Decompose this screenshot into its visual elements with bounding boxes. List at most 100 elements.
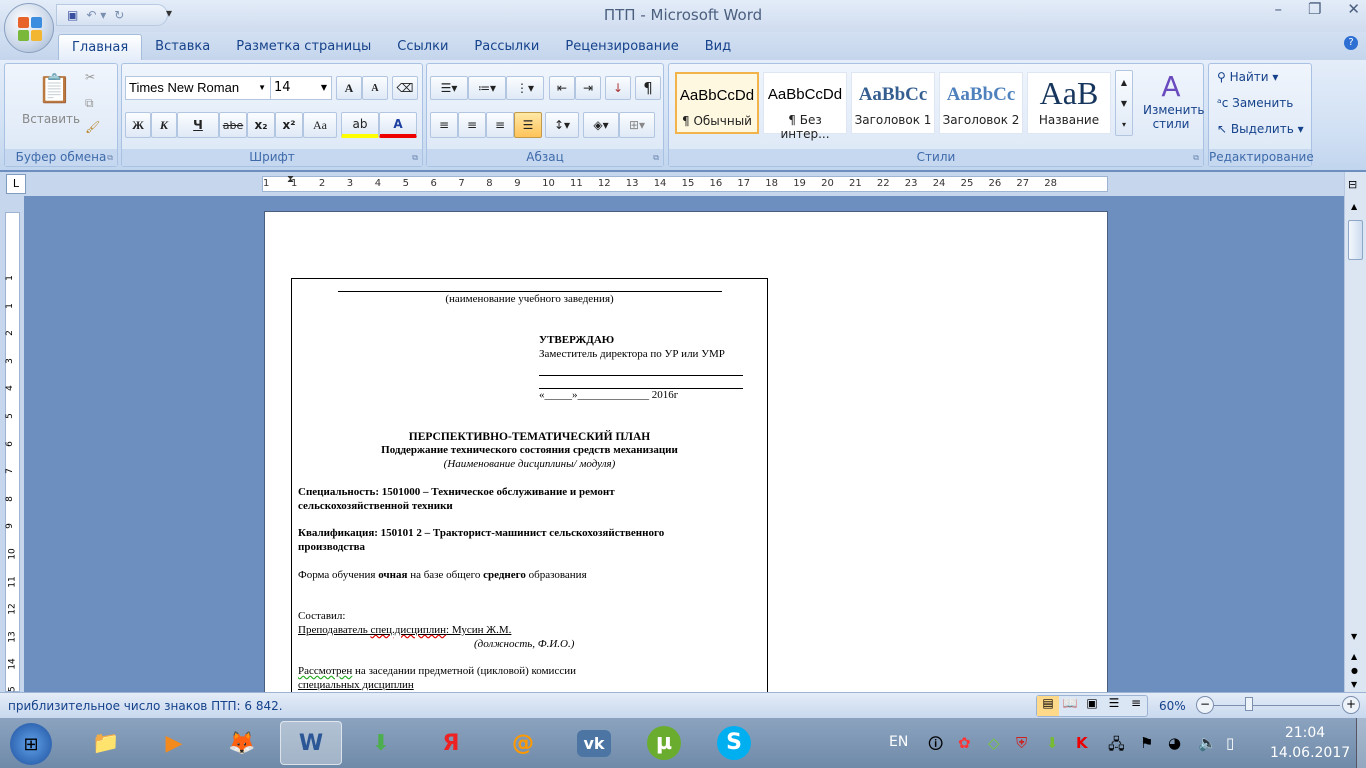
vk-icon[interactable]: vk [563, 721, 625, 765]
borders-icon[interactable]: ⊞▾ [619, 112, 655, 138]
redo-icon[interactable]: ↻ [114, 8, 124, 22]
sort-icon[interactable]: ↓ [605, 76, 631, 100]
numbering-icon[interactable]: ≔▾ [468, 76, 506, 100]
info-tray-icon[interactable]: 🛈 [928, 734, 943, 759]
tab-home[interactable]: Главная [58, 34, 143, 60]
font-name-select[interactable]: Times New Roman ▼ [125, 76, 271, 100]
browser-tray-icon[interactable]: ◕ [1168, 734, 1181, 752]
web-layout-icon[interactable]: ▣ [1081, 696, 1103, 716]
scroll-down-icon[interactable]: ▼ [1351, 632, 1357, 641]
indent-marker-icon[interactable]: ⧗ [287, 174, 294, 185]
format-painter-icon[interactable]: 🖌 [85, 120, 100, 134]
style-heading-1[interactable]: AaBbCc Заголовок 1 [851, 72, 935, 134]
dialog-launcher-icon[interactable]: ⧉ [653, 153, 659, 163]
increase-indent-icon[interactable]: ⇥ [575, 76, 601, 100]
style-normal[interactable]: AaBbCcDd ¶ Обычный [675, 72, 759, 134]
scroll-thumb[interactable] [1348, 220, 1363, 260]
bold-button[interactable]: Ж [125, 112, 151, 138]
outline-icon[interactable]: ☰ [1103, 696, 1125, 716]
tab-mailings[interactable]: Рассылки [461, 34, 552, 60]
tab-insert[interactable]: Вставка [142, 34, 223, 60]
zoom-level[interactable]: 60% [1159, 699, 1186, 713]
select-button[interactable]: ↖ Выделить ▾ [1217, 122, 1304, 136]
show-desktop-button[interactable] [1356, 718, 1366, 768]
font-size-select[interactable]: 14 ▼ [270, 76, 332, 100]
zoom-out-icon[interactable]: − [1196, 696, 1214, 714]
utorrent-icon[interactable]: µ [633, 721, 695, 765]
underline-button[interactable]: Ч [177, 112, 219, 138]
word-icon[interactable]: W [280, 721, 342, 765]
close-icon[interactable]: ✕ [1347, 0, 1360, 18]
change-case-button[interactable]: Aa [303, 112, 337, 138]
reading-layout-icon[interactable]: 📖 [1059, 696, 1081, 716]
language-indicator[interactable]: EN [889, 734, 908, 750]
dialog-launcher-icon[interactable]: ⧉ [1193, 153, 1199, 163]
scroll-up-icon[interactable]: ▲ [1351, 202, 1357, 211]
dialog-launcher-icon[interactable]: ⧉ [107, 153, 113, 163]
tab-selector-icon[interactable]: L [6, 174, 26, 194]
explorer-icon[interactable]: 📁 [75, 721, 137, 765]
align-left-icon[interactable]: ≡ [430, 112, 458, 138]
document-frame[interactable]: (наименование учебного заведения) УТВЕРЖ… [291, 278, 768, 692]
zoom-slider-thumb[interactable] [1245, 697, 1253, 711]
action-center-icon[interactable]: ⚑ [1140, 734, 1153, 752]
media-player-icon[interactable]: ▶ [143, 721, 205, 765]
download-manager-icon[interactable]: ⬇ [350, 721, 412, 765]
customize-icon[interactable]: ▾ [166, 6, 172, 20]
zoom-in-icon[interactable]: + [1342, 696, 1360, 714]
green-tray-icon[interactable]: ◇ [988, 734, 1000, 752]
volume-icon[interactable]: 🔈 [1198, 734, 1217, 752]
justify-icon[interactable]: ☰ [514, 112, 542, 138]
styles-scroll[interactable]: ▲ ▼ ▾ [1115, 70, 1133, 136]
print-layout-icon[interactable]: ▤ [1037, 696, 1059, 716]
start-button[interactable]: ⊞ [10, 723, 52, 765]
tab-page-layout[interactable]: Разметка страницы [223, 34, 384, 60]
save-icon[interactable]: ▣ [67, 8, 78, 22]
font-color-icon[interactable]: A [379, 112, 417, 138]
vertical-ruler[interactable]: 1123456789101112131415 [5, 212, 20, 698]
minimize-icon[interactable]: – [1274, 0, 1282, 18]
chevron-up-icon[interactable]: ▲ [1121, 78, 1127, 87]
superscript-button[interactable]: x² [275, 112, 303, 138]
tab-references[interactable]: Ссылки [384, 34, 461, 60]
next-page-icon[interactable]: ▼ [1351, 680, 1357, 689]
align-center-icon[interactable]: ≡ [458, 112, 486, 138]
office-button[interactable] [4, 3, 54, 53]
draft-icon[interactable]: ≡ [1125, 696, 1147, 716]
bullets-icon[interactable]: ☰▾ [430, 76, 468, 100]
strikethrough-button[interactable]: abe [219, 112, 247, 138]
paste-icon[interactable]: 📋 [37, 72, 72, 105]
network-tray-icon[interactable]: 🖧 [1108, 734, 1125, 759]
align-right-icon[interactable]: ≡ [486, 112, 514, 138]
previous-page-icon[interactable]: ▲ [1351, 652, 1357, 661]
tab-review[interactable]: Рецензирование [552, 34, 691, 60]
help-icon[interactable]: ? [1344, 36, 1358, 50]
change-styles-button[interactable]: A Изменить стили [1143, 70, 1205, 131]
power-icon[interactable]: ▯ [1226, 734, 1234, 752]
style-heading-2[interactable]: AaBbCc Заголовок 2 [939, 72, 1023, 134]
replace-button[interactable]: ᵃc Заменить [1217, 96, 1293, 110]
zoom-slider-track[interactable] [1214, 705, 1340, 706]
ruler-toggle-icon[interactable]: ⊟ [1348, 178, 1357, 191]
shading-icon[interactable]: ◈▾ [583, 112, 619, 138]
browse-object-icon[interactable]: ● [1351, 666, 1358, 675]
firefox-icon[interactable]: 🦊 [211, 721, 273, 765]
download-tray-icon[interactable]: ⬇ [1046, 734, 1059, 752]
show-marks-icon[interactable]: ¶ [635, 76, 661, 100]
cut-icon[interactable]: ✂ [85, 70, 95, 84]
subscript-button[interactable]: x₂ [247, 112, 275, 138]
decrease-indent-icon[interactable]: ⇤ [549, 76, 575, 100]
clock[interactable]: 21:04 14.06.2017 [1270, 725, 1350, 761]
shrink-font-button[interactable]: A [362, 76, 388, 100]
horizontal-ruler[interactable]: 1 1 2 3 4 5 6 7 8 9 10 11 12 13 14 15 16 17 18 19 20 21 22 23 24… [262, 174, 1108, 192]
kaspersky-tray-icon[interactable]: K [1076, 734, 1088, 752]
shield-tray-icon[interactable]: ⛨ [1016, 734, 1027, 752]
style-no-spacing[interactable]: AaBbCcDd ¶ Без интер... [763, 72, 847, 141]
yandex-icon[interactable]: Я [420, 721, 482, 765]
clear-formatting-icon[interactable]: ⌫ [392, 76, 418, 100]
maximize-icon[interactable]: ❐ [1308, 0, 1321, 18]
skype-icon[interactable]: S [703, 721, 765, 765]
vertical-scrollbar[interactable]: ⊟ ▲ ▼ ▲ ● ▼ [1344, 172, 1366, 692]
grow-font-button[interactable]: A [336, 76, 362, 100]
paste-button[interactable]: Вставить [22, 112, 80, 126]
